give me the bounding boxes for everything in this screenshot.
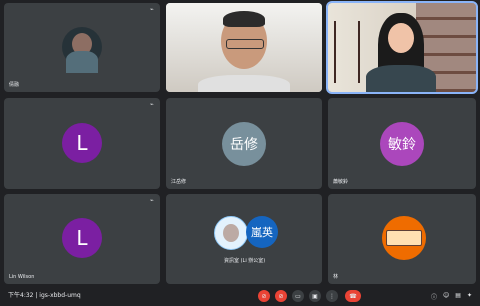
meeting-info: 下午4:32 | igs-xbbd-umq <box>8 292 81 299</box>
activities-icon[interactable]: ✦ <box>467 292 472 301</box>
avatar-initial-text: L <box>76 131 88 155</box>
avatar-photo <box>62 27 102 73</box>
avatar-initial-text: 岳修 <box>230 137 258 153</box>
info-icon[interactable]: ⓘ <box>431 292 437 301</box>
participant-tile-1[interactable]: ⌁ 倩融 <box>4 3 160 92</box>
present-icon: ▣ <box>312 292 318 300</box>
captions-button[interactable]: ▭ <box>292 290 304 302</box>
participant-name: 資訊室 (Li 辦公室) <box>224 258 266 264</box>
more-options-icon: ⋮ <box>329 292 335 300</box>
participant-tile-4[interactable]: ⌁ L <box>4 98 160 189</box>
chat-icon[interactable]: ▤ <box>455 292 461 301</box>
video-person-hair <box>223 11 265 27</box>
captions-icon: ▭ <box>295 292 301 300</box>
participant-name: 蕭敏鈴 <box>333 179 349 185</box>
participant-tile-3[interactable] <box>326 1 478 94</box>
participant-tile-5[interactable]: 岳修 江岳修 <box>166 98 322 189</box>
video-person-shirt <box>366 65 436 92</box>
profile-photo-body <box>66 51 98 73</box>
bottom-toolbar: 下午4:32 | igs-xbbd-umq ⊘ ⊘ ▭ ▣ ⋮ ☎ ⓘ ☺ ▤ … <box>0 286 480 306</box>
present-button[interactable]: ▣ <box>309 290 321 302</box>
camera-off-icon: ⊘ <box>278 292 284 300</box>
mic-icon: ⌁ <box>150 6 154 13</box>
participant-name: Lin Wilson <box>9 274 35 280</box>
camera-off-button[interactable]: ⊘ <box>275 290 287 302</box>
video-person-shirt <box>198 75 290 92</box>
video-person-face <box>388 23 414 53</box>
avatar-initial-text: 嵐英 <box>251 226 273 239</box>
avatar-stamp <box>382 216 426 260</box>
stamp-icon <box>386 230 422 246</box>
avatar-initial: 嵐英 <box>246 216 278 248</box>
leave-call-icon: ☎ <box>349 292 357 300</box>
avatar-initial: L <box>62 123 102 163</box>
people-icon[interactable]: ☺ <box>443 292 449 301</box>
leave-call-button[interactable]: ☎ <box>345 290 361 302</box>
participant-tile-8[interactable]: 嵐英 資訊室 (Li 辦公室) <box>166 194 322 284</box>
avatar-initial-text: 敏鈴 <box>388 137 416 153</box>
participant-tile-2[interactable] <box>166 3 322 92</box>
avatar-initial: 岳修 <box>222 122 266 166</box>
cartoon-face <box>223 224 239 242</box>
mic-icon: ⌁ <box>150 197 154 204</box>
easel <box>334 21 360 83</box>
mic-off-icon: ⊘ <box>261 292 267 300</box>
more-options-button[interactable]: ⋮ <box>326 290 338 302</box>
avatar-initial-text: L <box>76 226 88 250</box>
participant-tile-6[interactable]: 敏鈴 蕭敏鈴 <box>328 98 476 189</box>
participant-name: 倩融 <box>9 82 20 88</box>
participant-name: 林 <box>333 274 339 280</box>
mic-icon: ⌁ <box>150 101 154 108</box>
participant-tile-9[interactable]: 林 <box>328 194 476 284</box>
participant-grid: ⌁ 倩融 ⌁ L 岳修 江岳修 敏鈴 蕭敏鈴 ⌁ L Lin Wilson 嵐英… <box>4 1 478 284</box>
right-toolbar: ⓘ ☺ ▤ ✦ <box>431 292 472 301</box>
avatar-initial: 敏鈴 <box>380 122 424 166</box>
avatar-cartoon <box>214 216 248 250</box>
participant-tile-7[interactable]: ⌁ L Lin Wilson <box>4 194 160 284</box>
mic-off-button[interactable]: ⊘ <box>258 290 270 302</box>
avatar-initial: L <box>62 218 102 258</box>
participant-name: 江岳修 <box>171 179 187 185</box>
video-person-glasses <box>226 39 264 49</box>
